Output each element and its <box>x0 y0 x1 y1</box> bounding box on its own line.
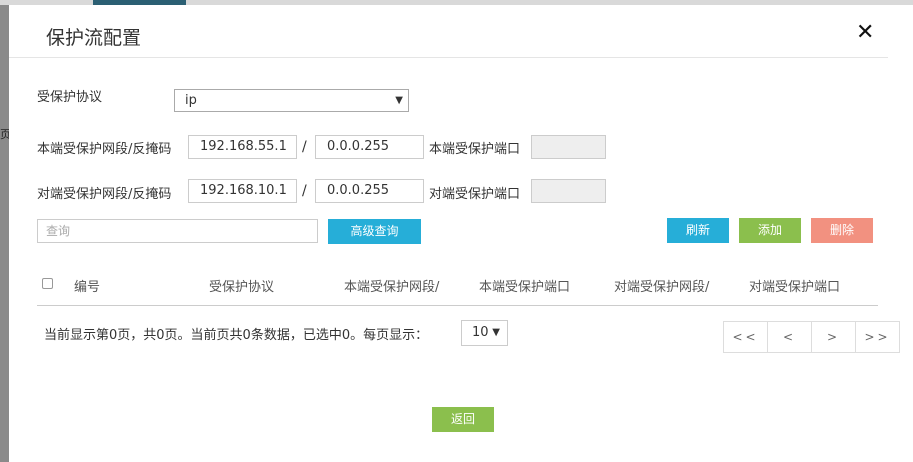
protocol-select[interactable]: ip ▼ <box>174 89 409 112</box>
local-mask-input[interactable]: 0.0.0.255 <box>315 135 424 159</box>
column-header-remote-port: 对端受保护端口 <box>749 280 841 295</box>
local-ip-input[interactable]: 192.168.55.1 <box>188 135 297 159</box>
back-button[interactable]: 返回 <box>432 407 494 432</box>
column-header-local-network: 本端受保护网段/ <box>344 280 440 295</box>
last-page-button[interactable]: >> <box>856 322 899 352</box>
column-header-remote-network: 对端受保护网段/ <box>614 280 710 295</box>
advanced-query-button[interactable]: 高级查询 <box>328 219 421 244</box>
remote-slash: / <box>302 183 307 199</box>
local-port-input[interactable] <box>531 135 606 159</box>
local-slash: / <box>302 139 307 155</box>
select-all-checkbox[interactable] <box>42 278 53 289</box>
remote-network-label: 对端受保护网段/反掩码 <box>37 187 172 202</box>
search-input[interactable]: 查询 <box>37 219 318 243</box>
page-size-value: 10 <box>472 325 489 340</box>
close-icon[interactable]: ✕ <box>856 22 874 44</box>
protocol-select-value: ip <box>185 93 197 108</box>
chevron-down-icon: ▼ <box>395 95 403 106</box>
next-page-button[interactable]: > <box>812 322 856 352</box>
chevron-down-icon: ▼ <box>492 327 500 338</box>
column-header-protocol: 受保护协议 <box>209 280 275 295</box>
pagination: << < > >> <box>723 321 900 353</box>
protection-flow-dialog: 保护流配置 ✕ 受保护协议 ip ▼ 本端受保护网段/反掩码 192.168.5… <box>9 5 913 462</box>
dialog-title: 保护流配置 <box>46 27 142 49</box>
local-port-label: 本端受保护端口 <box>429 142 521 157</box>
refresh-button[interactable]: 刷新 <box>667 218 729 243</box>
remote-port-label: 对端受保护端口 <box>429 187 521 202</box>
remote-mask-input[interactable]: 0.0.0.255 <box>315 179 424 203</box>
pagination-status: 当前显示第0页，共0页。当前页共0条数据，已选中0。每页显示： <box>44 328 429 343</box>
remote-ip-input[interactable]: 192.168.10.1 <box>188 179 297 203</box>
column-header-local-port: 本端受保护端口 <box>479 280 571 295</box>
delete-button[interactable]: 删除 <box>811 218 873 243</box>
protocol-label: 受保护协议 <box>37 90 103 105</box>
prev-page-button[interactable]: < <box>768 322 812 352</box>
page-size-select[interactable]: 10 ▼ <box>461 320 508 346</box>
local-network-label: 本端受保护网段/反掩码 <box>37 142 172 157</box>
remote-port-input[interactable] <box>531 179 606 203</box>
table-header-divider <box>37 305 878 306</box>
background-side-text: 页 <box>0 128 9 141</box>
header-divider <box>9 57 888 58</box>
column-header-id: 编号 <box>74 280 101 295</box>
first-page-button[interactable]: << <box>724 322 768 352</box>
add-button[interactable]: 添加 <box>739 218 801 243</box>
